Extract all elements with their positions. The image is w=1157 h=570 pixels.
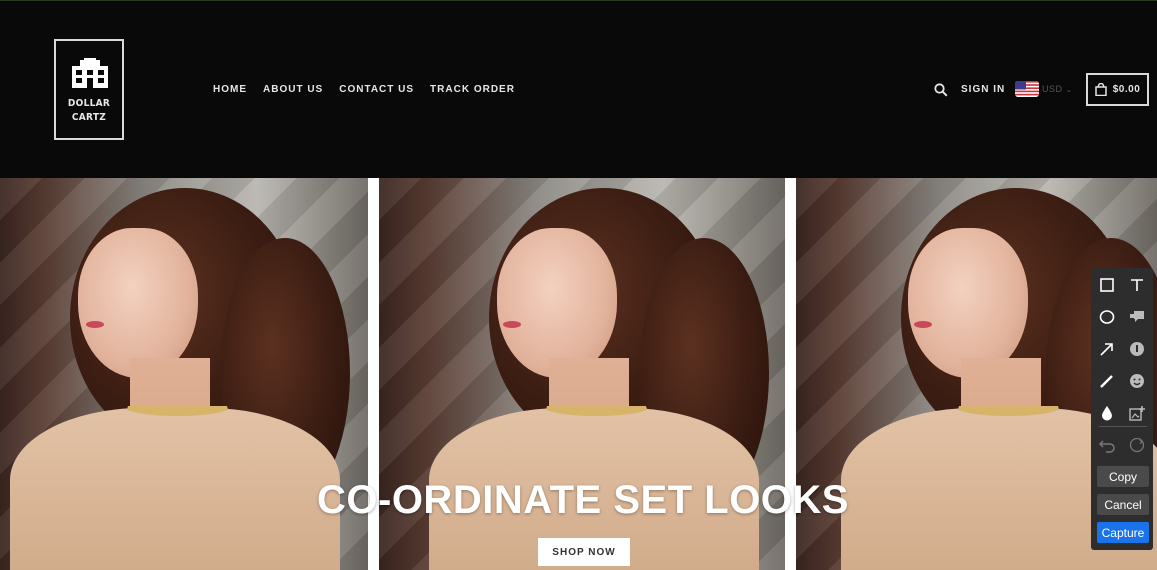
nav-contact-us[interactable]: CONTACT US (339, 84, 414, 95)
callout-icon[interactable] (1126, 306, 1148, 328)
shop-now-button[interactable]: SHOP NOW (538, 538, 630, 566)
building-icon (72, 58, 108, 88)
search-icon[interactable] (934, 83, 948, 97)
add-image-icon[interactable] (1126, 402, 1148, 424)
hero-title: CO-ORDINATE SET LOOKS (317, 478, 849, 522)
currency-code: USD (1042, 84, 1063, 94)
redo-icon[interactable] (1126, 434, 1148, 456)
copy-button[interactable]: Copy (1097, 466, 1149, 487)
shopping-bag-icon (1094, 83, 1107, 96)
nav-about-us[interactable]: ABOUT US (263, 84, 323, 95)
main-nav: HOME ABOUT US CONTACT US TRACK ORDER (213, 84, 515, 95)
cancel-button[interactable]: Cancel (1097, 494, 1149, 515)
us-flag-icon (1015, 81, 1039, 97)
brand-name-line2: CARTZ (71, 112, 107, 123)
capture-button[interactable]: Capture (1097, 522, 1149, 543)
pen-icon[interactable] (1096, 370, 1118, 392)
cart-button[interactable]: $0.00 (1086, 73, 1149, 106)
hero-banner: CO-ORDINATE SET LOOKS SHOP NOW (0, 178, 1157, 570)
undo-icon[interactable] (1096, 434, 1118, 456)
currency-selector[interactable]: USD ⌄ (1015, 81, 1072, 97)
nav-home[interactable]: HOME (213, 84, 247, 95)
arrow-icon[interactable] (1096, 338, 1118, 360)
text-icon[interactable] (1126, 274, 1148, 296)
site-header: DOLLAR CARTZ HOME ABOUT US CONTACT US TR… (0, 1, 1157, 178)
emoji-icon[interactable] (1126, 370, 1148, 392)
brand-name: DOLLAR CARTZ (56, 97, 122, 125)
capture-toolbar: Copy Cancel Capture (1091, 268, 1153, 550)
blur-drop-icon[interactable] (1096, 402, 1118, 424)
brand-logo[interactable]: DOLLAR CARTZ (54, 39, 124, 140)
toolbar-divider (1099, 426, 1147, 427)
info-badge-icon[interactable] (1126, 338, 1148, 360)
ellipse-icon[interactable] (1096, 306, 1118, 328)
chevron-down-icon: ⌄ (1065, 84, 1073, 94)
sign-in-link[interactable]: SIGN IN (961, 84, 1005, 95)
brand-name-line1: DOLLAR (67, 98, 111, 109)
cart-total: $0.00 (1112, 84, 1141, 95)
rectangle-icon[interactable] (1096, 274, 1118, 296)
nav-track-order[interactable]: TRACK ORDER (430, 84, 515, 95)
